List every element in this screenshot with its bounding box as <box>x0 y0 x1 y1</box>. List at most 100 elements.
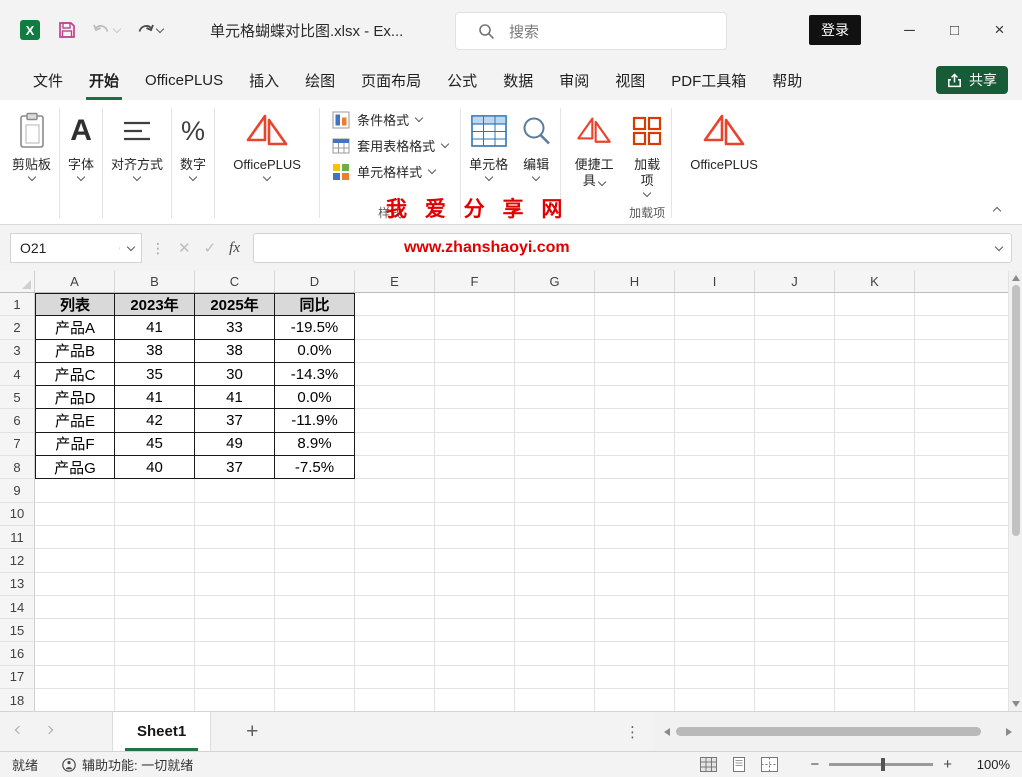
cell-C17[interactable] <box>195 665 275 690</box>
ribbon-tab-绘图[interactable]: 绘图 <box>292 60 348 100</box>
undo-dropdown-icon[interactable] <box>112 24 122 33</box>
cell-F5[interactable] <box>435 386 515 410</box>
cell-C18[interactable] <box>195 689 275 711</box>
column-header-E[interactable]: E <box>355 271 435 292</box>
ribbon-tab-插入[interactable]: 插入 <box>236 60 292 100</box>
cell-I17[interactable] <box>675 665 755 690</box>
cell-J14[interactable] <box>755 595 835 620</box>
row-header-1[interactable]: 1 <box>0 293 35 317</box>
cell-D10[interactable] <box>275 502 355 526</box>
cell-A5[interactable]: 产品D <box>35 386 115 410</box>
cell-C9[interactable] <box>195 479 275 503</box>
cell-D9[interactable] <box>275 479 355 503</box>
zoom-out-button[interactable]: − <box>810 756 819 773</box>
cell-C1[interactable]: 2025年 <box>195 293 275 317</box>
column-header-I[interactable]: I <box>675 271 755 292</box>
font-button[interactable]: A 字体 <box>62 102 100 182</box>
close-button[interactable]: × <box>977 0 1022 60</box>
cell-A4[interactable]: 产品C <box>35 362 115 387</box>
scroll-up-icon[interactable] <box>1011 275 1020 281</box>
insert-function-icon[interactable]: fx <box>229 240 240 257</box>
cell-A11[interactable] <box>35 525 115 550</box>
row-header-15[interactable]: 15 <box>0 619 35 643</box>
cell-G9[interactable] <box>515 479 595 503</box>
vertical-scrollbar[interactable] <box>1008 271 1022 711</box>
cell-D3[interactable]: 0.0% <box>275 339 355 363</box>
cell-styles-button[interactable]: 单元格样式 <box>332 162 448 181</box>
cell-C11[interactable] <box>195 525 275 550</box>
row-header-16[interactable]: 16 <box>0 642 35 666</box>
page-break-view-icon[interactable] <box>761 757 779 772</box>
cell-K14[interactable] <box>835 595 915 620</box>
cell-G14[interactable] <box>515 595 595 620</box>
cell-F6[interactable] <box>435 409 515 433</box>
cell-E2[interactable] <box>355 316 435 340</box>
cell-A12[interactable] <box>35 549 115 573</box>
cell-B9[interactable] <box>115 479 195 503</box>
cell-G10[interactable] <box>515 502 595 526</box>
new-sheet-button[interactable]: + <box>229 712 275 751</box>
cell-I8[interactable] <box>675 456 755 480</box>
cell-I10[interactable] <box>675 502 755 526</box>
redo-button[interactable] <box>135 22 165 38</box>
cell-D2[interactable]: -19.5% <box>275 316 355 340</box>
cell-B13[interactable] <box>115 572 195 596</box>
alignment-button[interactable]: 对齐方式 <box>105 102 169 182</box>
cell-I11[interactable] <box>675 525 755 550</box>
cell-E18[interactable] <box>355 689 435 711</box>
cell-K6[interactable] <box>835 409 915 433</box>
cell-J9[interactable] <box>755 479 835 503</box>
ribbon-tab-PDF工具箱[interactable]: PDF工具箱 <box>658 60 759 100</box>
cell-A18[interactable] <box>35 689 115 711</box>
cell-I12[interactable] <box>675 549 755 573</box>
cell-G4[interactable] <box>515 362 595 387</box>
cell-G16[interactable] <box>515 642 595 666</box>
format-as-table-button[interactable]: 套用表格格式 <box>332 136 450 155</box>
cell-C12[interactable] <box>195 549 275 573</box>
cell-A16[interactable] <box>35 642 115 666</box>
cell-H14[interactable] <box>595 595 675 620</box>
zoom-in-button[interactable]: + <box>943 756 952 773</box>
cell-B14[interactable] <box>115 595 195 620</box>
cell-H7[interactable] <box>595 432 675 457</box>
cell-C3[interactable]: 38 <box>195 339 275 363</box>
normal-view-icon[interactable] <box>700 757 718 772</box>
cell-J15[interactable] <box>755 619 835 643</box>
cell-H8[interactable] <box>595 456 675 480</box>
cell-A15[interactable] <box>35 619 115 643</box>
cell-I9[interactable] <box>675 479 755 503</box>
cell-E7[interactable] <box>355 432 435 457</box>
cell-D15[interactable] <box>275 619 355 643</box>
cell-J13[interactable] <box>755 572 835 596</box>
scroll-left-icon[interactable] <box>664 727 670 736</box>
cell-K3[interactable] <box>835 339 915 363</box>
ribbon-tab-审阅[interactable]: 审阅 <box>546 60 602 100</box>
cell-C14[interactable] <box>195 595 275 620</box>
name-box-dropdown-icon[interactable] <box>119 242 141 251</box>
cell-E6[interactable] <box>355 409 435 433</box>
row-header-14[interactable]: 14 <box>0 595 35 620</box>
cell-J3[interactable] <box>755 339 835 363</box>
vertical-scroll-thumb[interactable] <box>1011 285 1020 536</box>
cell-J8[interactable] <box>755 456 835 480</box>
ribbon-tab-页面布局[interactable]: 页面布局 <box>348 60 434 100</box>
cell-F18[interactable] <box>435 689 515 711</box>
cell-I18[interactable] <box>675 689 755 711</box>
cell-D11[interactable] <box>275 525 355 550</box>
row-header-2[interactable]: 2 <box>0 316 35 340</box>
cell-J2[interactable] <box>755 316 835 340</box>
cell-H11[interactable] <box>595 525 675 550</box>
column-header-H[interactable]: H <box>595 271 675 292</box>
cell-J6[interactable] <box>755 409 835 433</box>
zoom-slider[interactable] <box>829 758 934 771</box>
cell-C6[interactable]: 37 <box>195 409 275 433</box>
cell-H5[interactable] <box>595 386 675 410</box>
cell-E17[interactable] <box>355 665 435 690</box>
cell-K15[interactable] <box>835 619 915 643</box>
column-header-K[interactable]: K <box>835 271 915 292</box>
cell-G17[interactable] <box>515 665 595 690</box>
row-header-9[interactable]: 9 <box>0 479 35 503</box>
cell-B12[interactable] <box>115 549 195 573</box>
number-button[interactable]: % 数字 <box>174 102 212 182</box>
cell-K17[interactable] <box>835 665 915 690</box>
